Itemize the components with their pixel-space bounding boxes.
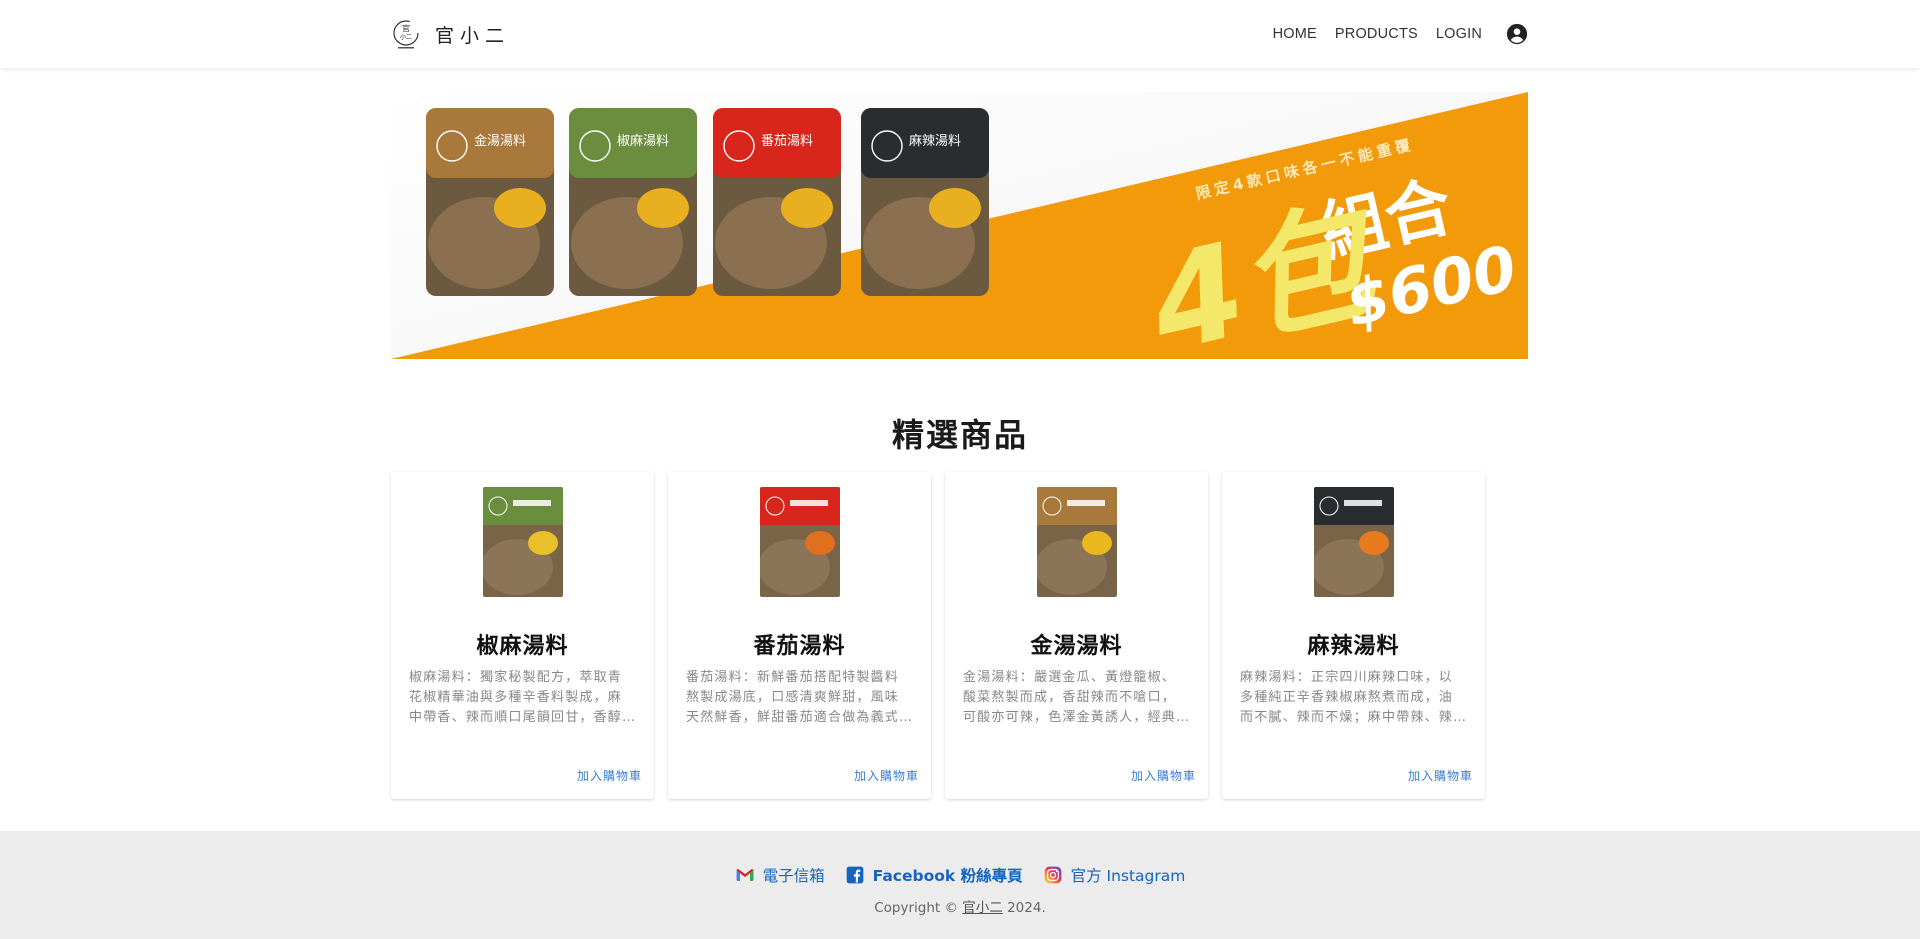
footer-instagram-label: 官方 Instagram	[1070, 867, 1186, 885]
add-to-cart-button[interactable]: 加入購物車	[854, 767, 919, 784]
brand-name: 官小二	[435, 24, 511, 47]
svg-text:官: 官	[402, 23, 410, 33]
product-card[interactable]: 麻辣湯料 麻辣湯料：正宗四川麻辣口味，以多種純正辛香辣椒麻熬煮而成，油而不膩、辣…	[1222, 472, 1485, 799]
facebook-icon	[846, 866, 863, 884]
footer-email-label: 電子信箱	[762, 867, 825, 885]
site-footer: 電子信箱 Facebook 粉絲專頁 官方 Instagram Copyrigh…	[0, 831, 1920, 939]
product-description: 金湯湯料：嚴選金瓜、黃燈籠椒、酸菜熬製而成，香甜辣而不嗆口，可酸亦可辣，色澤金黃…	[963, 670, 1177, 725]
brand-link[interactable]: 官 小二 官小二	[391, 17, 510, 51]
product-card[interactable]: 椒麻湯料 椒麻湯料：獨家秘製配方，萃取青花椒精華油與多種辛香料製成，麻中帶香、辣…	[391, 472, 654, 799]
nav-login[interactable]: LOGIN	[1427, 26, 1491, 42]
add-to-cart-button[interactable]: 加入購物車	[1408, 767, 1473, 784]
gmail-icon	[736, 869, 753, 881]
account-circle-icon[interactable]	[1505, 22, 1529, 46]
nav-products[interactable]: PRODUCTS	[1326, 26, 1427, 42]
copyright-year: 2024.	[1007, 900, 1046, 916]
product-description: 麻辣湯料：正宗四川麻辣口味，以多種純正辛香辣椒麻熬煮而成，油而不膩、辣而不燥；麻…	[1240, 670, 1454, 725]
banner-pack: 椒麻湯料	[569, 108, 697, 296]
brand-logo-icon: 官 小二	[393, 20, 419, 49]
add-to-cart-button[interactable]: 加入購物車	[1131, 767, 1196, 784]
footer-social-links: 電子信箱 Facebook 粉絲專頁 官方 Instagram	[0, 864, 1920, 886]
banner-pack: 麻辣湯料	[861, 108, 989, 296]
footer-instagram-link[interactable]: 官方 Instagram	[1043, 864, 1186, 886]
product-pack-image	[1314, 487, 1394, 597]
product-description: 椒麻湯料：獨家秘製配方，萃取青花椒精華油與多種辛香料製成，麻中帶香、辣而順口尾韻…	[409, 670, 623, 725]
promo-banner[interactable]: 金湯湯料 椒麻湯料 番茄湯料 麻辣湯料 限定4款口味各一不能重覆 組合 4包 $600	[391, 92, 1528, 359]
footer-facebook-link[interactable]: Facebook 粉絲專頁	[845, 864, 1023, 886]
copyright-brand-link[interactable]: 官小二	[962, 900, 1003, 916]
copyright-text: Copyright © 官小二 2024.	[0, 896, 1920, 916]
copyright-prefix: Copyright ©	[874, 900, 958, 916]
product-thumbnail	[1314, 487, 1394, 597]
product-thumbnail	[1037, 487, 1117, 597]
banner-pack: 金湯湯料	[426, 108, 554, 296]
navbar-container: 官 小二 官小二 HOME PRODUCTS LOGIN	[391, 0, 1529, 68]
banner-pack-label: 番茄湯料	[761, 134, 813, 149]
product-thumbnail	[760, 487, 840, 597]
featured-section-title: 精選商品	[891, 416, 1028, 454]
product-pack-image	[1037, 487, 1117, 597]
banner-pack-label: 椒麻湯料	[617, 134, 669, 149]
footer-facebook-label: Facebook 粉絲專頁	[872, 867, 1023, 885]
product-name: 椒麻湯料	[476, 634, 569, 659]
product-thumbnail	[483, 487, 563, 597]
product-description: 番茄湯料：新鮮番茄搭配特製醬料熬製成湯底，口感清爽鮮甜，風味天然鮮香，鮮甜番茄適…	[686, 670, 900, 725]
instagram-icon	[1044, 866, 1061, 884]
main-nav: HOME PRODUCTS LOGIN	[1264, 22, 1529, 46]
svg-text:小二: 小二	[400, 33, 412, 41]
banner-pack-label: 金湯湯料	[474, 133, 526, 149]
product-name: 番茄湯料	[753, 634, 846, 659]
banner-pack: 番茄湯料	[713, 108, 841, 296]
add-to-cart-button[interactable]: 加入購物車	[577, 767, 642, 784]
product-pack-image	[483, 487, 563, 597]
nav-home[interactable]: HOME	[1264, 26, 1326, 42]
top-navbar: 官 小二 官小二 HOME PRODUCTS LOGIN	[0, 0, 1920, 68]
footer-email-link[interactable]: 電子信箱	[735, 864, 825, 886]
product-pack-image	[760, 487, 840, 597]
promo-banner-graphic: 金湯湯料 椒麻湯料 番茄湯料 麻辣湯料 限定4款口味各一不能重覆 組合 4包 $600	[391, 92, 1528, 359]
product-card[interactable]: 金湯湯料 金湯湯料：嚴選金瓜、黃燈籠椒、酸菜熬製而成，香甜辣而不嗆口，可酸亦可辣…	[945, 472, 1208, 799]
product-name: 麻辣湯料	[1307, 634, 1400, 659]
product-card[interactable]: 番茄湯料 番茄湯料：新鮮番茄搭配特製醬料熬製成湯底，口感清爽鮮甜，風味天然鮮香，…	[668, 472, 931, 799]
product-name: 金湯湯料	[1030, 634, 1123, 659]
product-grid: 椒麻湯料 椒麻湯料：獨家秘製配方，萃取青花椒精華油與多種辛香料製成，麻中帶香、辣…	[391, 472, 1485, 799]
banner-pack-label: 麻辣湯料	[909, 134, 961, 149]
